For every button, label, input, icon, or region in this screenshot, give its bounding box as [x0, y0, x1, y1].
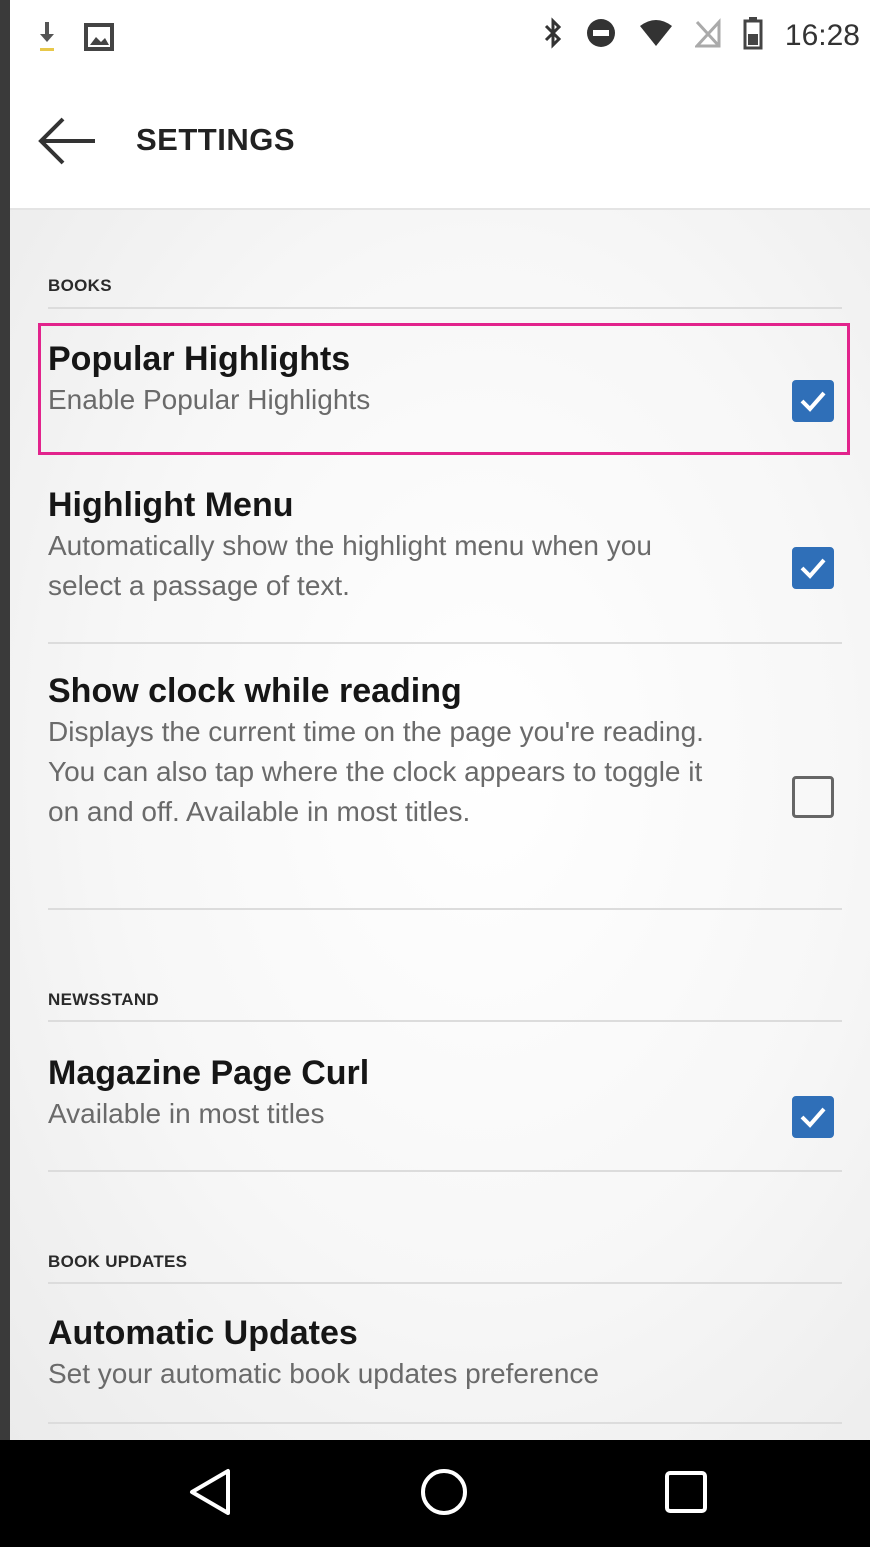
back-button[interactable] [32, 108, 102, 178]
do-not-disturb-icon [585, 17, 617, 54]
setting-title: Popular Highlights [48, 340, 351, 378]
bluetooth-icon [543, 17, 563, 54]
device-frame-edge [0, 0, 10, 1440]
divider [48, 908, 842, 910]
home-circle-icon [419, 1467, 469, 1522]
setting-title: Automatic Updates [48, 1314, 358, 1352]
setting-highlight-menu[interactable]: Highlight Menu Automatically show the hi… [48, 484, 848, 606]
divider [48, 1282, 842, 1284]
magazine-page-curl-checkbox[interactable] [792, 1096, 834, 1138]
arrow-left-icon [35, 115, 99, 172]
setting-title: Magazine Page Curl [48, 1054, 370, 1092]
status-time: 16:28 [784, 18, 860, 52]
battery-icon [743, 16, 763, 55]
download-icon [38, 20, 56, 59]
setting-description: Available in most titles [48, 1098, 325, 1129]
page-title: SETTINGS [136, 122, 296, 157]
settings-list: BOOKS Popular Highlights Enable Popular … [10, 208, 870, 1442]
system-nav-bar [0, 1440, 870, 1547]
setting-popular-highlights[interactable]: Popular Highlights Enable Popular Highli… [48, 338, 848, 420]
nav-back-button[interactable] [180, 1466, 240, 1522]
divider [48, 642, 842, 644]
divider [48, 1170, 842, 1172]
back-triangle-icon [188, 1467, 232, 1522]
nav-recents-button[interactable] [656, 1466, 716, 1522]
highlight-menu-checkbox[interactable] [792, 547, 834, 589]
setting-description: Displays the current time on the page yo… [48, 716, 704, 827]
divider [48, 1422, 842, 1424]
recents-square-icon [663, 1469, 709, 1520]
popular-highlights-checkbox[interactable] [792, 380, 834, 422]
section-header-newsstand: NEWSSTAND [48, 990, 159, 1009]
setting-description: Enable Popular Highlights [48, 384, 371, 415]
nav-home-button[interactable] [414, 1466, 474, 1522]
section-header-books: BOOKS [48, 276, 112, 295]
section-header-book-updates: BOOK UPDATES [48, 1252, 188, 1271]
status-bar: 16:28 [10, 0, 870, 78]
setting-description: Automatically show the highlight menu wh… [48, 530, 652, 601]
setting-magazine-page-curl[interactable]: Magazine Page Curl Available in most tit… [48, 1052, 848, 1134]
setting-title: Highlight Menu [48, 486, 294, 524]
show-clock-checkbox[interactable] [792, 776, 834, 818]
no-sim-icon [693, 18, 721, 53]
setting-show-clock[interactable]: Show clock while reading Displays the cu… [48, 670, 848, 832]
setting-description: Set your automatic book updates preferen… [48, 1358, 600, 1389]
app-bar: SETTINGS [10, 78, 870, 208]
setting-title: Show clock while reading [48, 672, 462, 710]
image-icon [84, 23, 114, 56]
setting-automatic-updates[interactable]: Automatic Updates Set your automatic boo… [48, 1312, 848, 1394]
wifi-icon [639, 18, 673, 53]
divider [48, 1020, 842, 1022]
divider [48, 307, 842, 309]
